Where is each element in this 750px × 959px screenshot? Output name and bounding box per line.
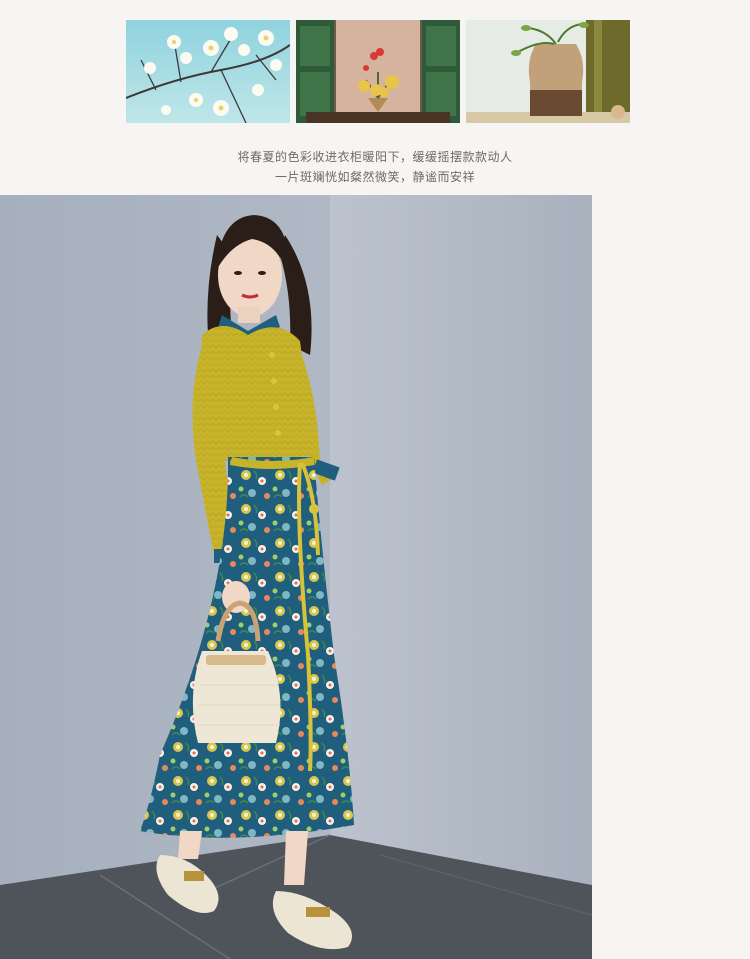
product-caption: 将春夏的色彩收进衣柜暖阳下，缓缓摇摆款款动人 一片斑斓恍如粲然微笑，静谧而安祥 bbox=[0, 147, 750, 187]
caption-line-1: 将春夏的色彩收进衣柜暖阳下，缓缓摇摆款款动人 bbox=[237, 150, 513, 164]
thumbnail-window-flowers bbox=[296, 20, 460, 123]
mood-thumbnails bbox=[126, 20, 630, 123]
caption-line-2: 一片斑斓恍如粲然微笑，静谧而安祥 bbox=[274, 170, 475, 184]
model-photo bbox=[0, 195, 592, 959]
thumbnail-blossom bbox=[126, 20, 290, 123]
thumbnail-vase bbox=[466, 20, 630, 123]
